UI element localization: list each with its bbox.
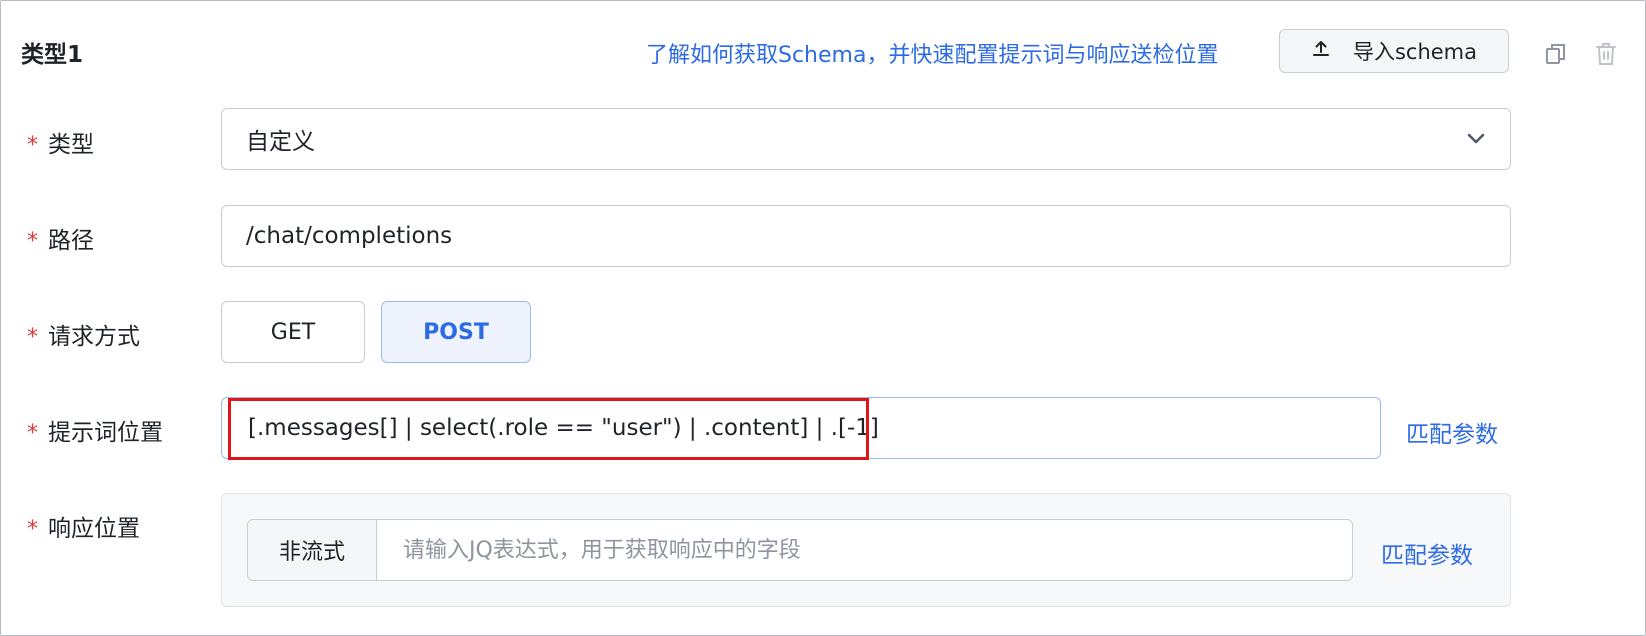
trash-icon[interactable] <box>1592 40 1620 68</box>
path-label: * 路径 <box>27 228 94 254</box>
schema-type-card: 类型1 了解如何获取Schema，并快速配置提示词与响应送检位置 导入schem… <box>0 0 1646 636</box>
required-mark: * <box>27 325 38 350</box>
import-schema-label: 导入schema <box>1352 40 1478 64</box>
schema-help-link[interactable]: 了解如何获取Schema，并快速配置提示词与响应送检位置 <box>646 37 1218 69</box>
type-select[interactable]: 自定义 <box>221 108 1511 170</box>
prompt-location-input[interactable]: [.messages[] | select(.role == "user") |… <box>221 397 1381 459</box>
card-title: 类型1 <box>21 42 84 68</box>
copy-icon[interactable] <box>1542 40 1570 68</box>
required-mark: * <box>27 421 38 446</box>
required-mark: * <box>27 229 38 254</box>
required-mark: * <box>27 517 38 542</box>
prompt-match-params-link[interactable]: 匹配参数 <box>1406 415 1498 449</box>
method-get-button[interactable]: GET <box>221 301 365 363</box>
method-post-button[interactable]: POST <box>381 301 531 363</box>
type-select-value: 自定义 <box>246 129 315 155</box>
type-label: * 类型 <box>27 132 94 158</box>
response-jq-input[interactable] <box>377 520 1352 580</box>
method-label: * 请求方式 <box>27 324 140 350</box>
non-stream-mode-addon[interactable]: 非流式 <box>248 520 377 580</box>
prompt-location-value: [.messages[] | select(.role == "user") |… <box>248 415 879 441</box>
response-location-label: * 响应位置 <box>27 516 140 542</box>
response-location-group: 非流式 <box>247 519 1353 581</box>
import-schema-button[interactable]: 导入schema <box>1279 29 1509 73</box>
path-input[interactable]: /chat/completions <box>221 205 1511 267</box>
response-match-params-link[interactable]: 匹配参数 <box>1381 536 1473 570</box>
path-input-value: /chat/completions <box>246 223 453 249</box>
upload-icon <box>1311 39 1331 64</box>
chevron-down-icon <box>1466 126 1486 152</box>
prompt-location-label: * 提示词位置 <box>27 420 163 446</box>
required-mark: * <box>27 133 38 158</box>
